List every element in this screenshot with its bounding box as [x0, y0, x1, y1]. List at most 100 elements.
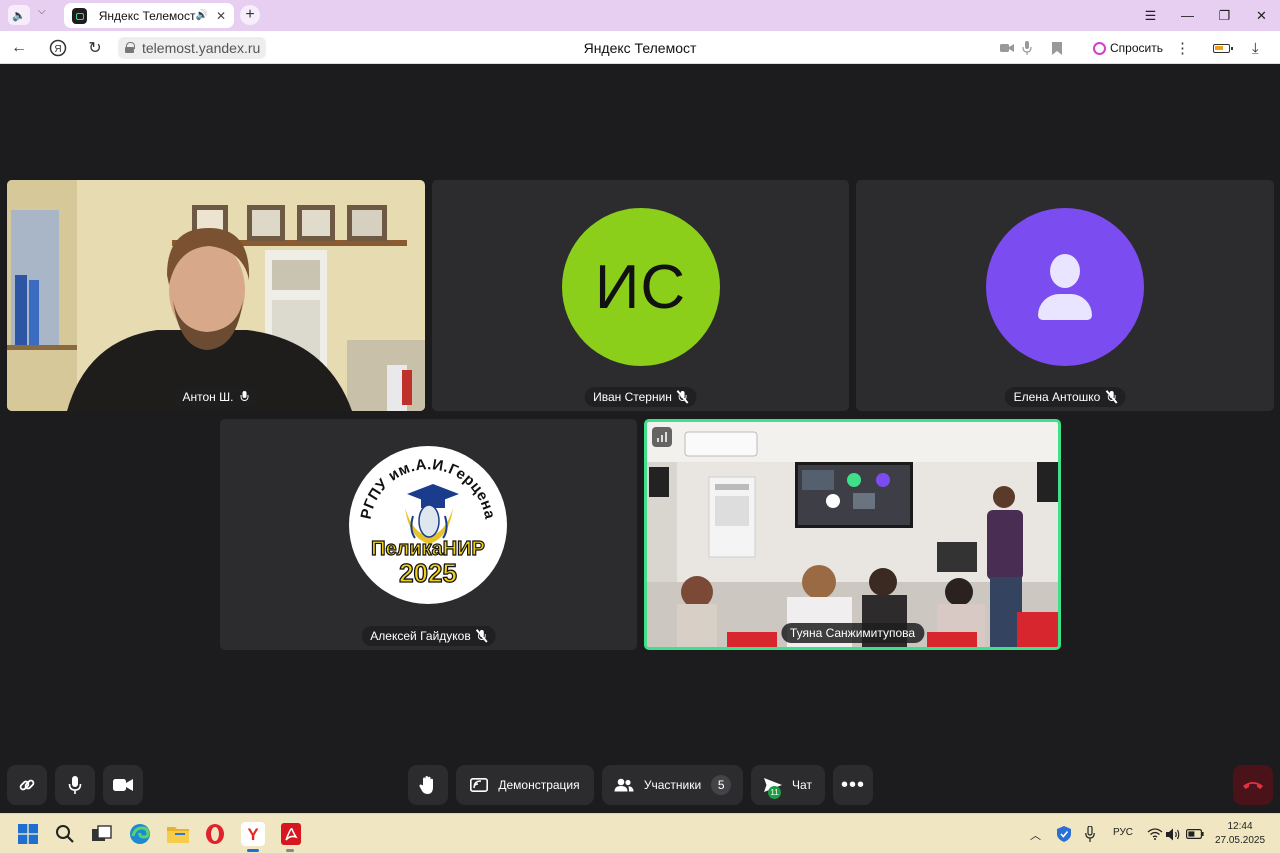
battery-saver-icon[interactable]	[1213, 44, 1233, 53]
clock-date: 27.05.2025	[1214, 835, 1266, 846]
taskbar-clock[interactable]: 12:44 27.05.2025	[1210, 820, 1270, 848]
yandex-browser-icon[interactable]: Y	[241, 822, 265, 846]
clock-time: 12:44	[1227, 821, 1253, 832]
microphone-icon	[68, 776, 82, 794]
chat-send-icon: 11	[764, 777, 783, 799]
copy-link-button[interactable]	[7, 765, 47, 805]
svg-text:Y: Y	[247, 825, 259, 844]
tray-microphone-icon[interactable]	[1078, 822, 1102, 846]
ask-alice-button[interactable]: Спросить	[1085, 37, 1171, 59]
yandex-home-icon[interactable]: Я	[47, 37, 69, 59]
reload-icon[interactable]: ↻	[84, 37, 106, 59]
participant-tile[interactable]: РГПУ им.А.И.Герцена ПеликаНИР 2025 Алекс…	[220, 419, 637, 650]
alice-icon	[1093, 41, 1106, 55]
file-explorer-icon[interactable]	[166, 822, 190, 846]
raise-hand-icon	[419, 776, 433, 794]
link-icon	[19, 779, 35, 791]
participant-nametag: Антон Ш.	[173, 387, 259, 407]
input-language-indicator[interactable]: РУС	[1113, 827, 1133, 838]
participant-name: Алексей Гайдуков	[370, 629, 471, 643]
running-app-indicator	[286, 849, 294, 852]
mic-in-use-icon[interactable]	[1022, 37, 1032, 59]
ask-label: Спросить	[1110, 41, 1163, 55]
opera-browser-icon[interactable]	[203, 822, 227, 846]
participant-nametag: Иван Стернин	[584, 387, 697, 407]
more-options-icon[interactable]: ⋮	[1175, 37, 1190, 59]
telemost-favicon-icon	[72, 7, 87, 24]
participant-avatar: ИС	[561, 208, 720, 366]
tab-audio-indicator-icon[interactable]: 🔈	[8, 5, 30, 25]
camera-video-feed	[7, 180, 425, 411]
active-app-indicator	[247, 849, 259, 852]
more-dots-icon: •••	[840, 773, 865, 796]
participant-nametag: Туяна Санжимитупова	[780, 623, 925, 643]
participants-button[interactable]: Участники 5	[602, 765, 743, 805]
browser-menu-icon[interactable]: ☰	[1132, 0, 1169, 31]
pelikanir-logo: РГПУ им.А.И.Герцена ПеликаНИР 2025	[349, 446, 507, 604]
acrobat-reader-icon[interactable]	[279, 822, 303, 846]
downloads-icon[interactable]: ⤓	[1252, 37, 1259, 59]
leave-call-button[interactable]	[1233, 765, 1273, 805]
search-icon[interactable]	[53, 822, 77, 846]
svg-text:Я: Я	[54, 44, 61, 55]
chat-unread-badge: 11	[768, 786, 782, 799]
participant-name: Антон Ш.	[182, 390, 234, 404]
logo-title-text: ПеликаНИР	[371, 538, 485, 560]
back-arrow-icon[interactable]: ←	[8, 37, 30, 59]
windows-taskbar: Y ︿ РУС 12:44 27.05.2025	[0, 813, 1280, 853]
mic-muted-icon	[676, 390, 689, 404]
address-bar: ← Я ↻ telemost.yandex.ru Яндекс Телемост…	[0, 31, 1280, 64]
task-view-icon[interactable]	[90, 822, 114, 846]
tab-close-icon[interactable]: ✕	[216, 9, 226, 23]
browser-tab-strip: 🔈 ⌵ Яндекс Телемост 🔊 ✕ + ☰ — ❐ ✕	[0, 0, 1280, 31]
minimize-button[interactable]: —	[1169, 0, 1206, 31]
security-shield-icon[interactable]	[1052, 822, 1076, 846]
microphone-toggle-button[interactable]	[55, 765, 95, 805]
hang-up-phone-icon	[1243, 782, 1263, 789]
window-controls: ☰ — ❐ ✕	[1132, 0, 1280, 31]
restore-button[interactable]: ❐	[1206, 0, 1243, 31]
participant-tile[interactable]: Антон Ш.	[7, 180, 425, 411]
camera-in-use-icon[interactable]	[1000, 37, 1014, 59]
tray-battery-icon[interactable]	[1183, 822, 1207, 846]
participants-count-badge: 5	[711, 775, 732, 795]
camera-icon	[113, 779, 133, 791]
show-hidden-icons-chevron[interactable]: ︿	[1030, 827, 1041, 843]
screen-share-label: Демонстрация	[498, 778, 580, 792]
chat-button[interactable]: 11 Чат	[751, 765, 825, 805]
camera-toggle-button[interactable]	[103, 765, 143, 805]
raise-hand-button[interactable]	[408, 765, 448, 805]
close-window-button[interactable]: ✕	[1243, 0, 1280, 31]
participant-name: Елена Антошко	[1013, 390, 1101, 404]
edge-browser-icon[interactable]	[128, 822, 152, 846]
more-actions-button[interactable]: •••	[833, 765, 873, 805]
url-field[interactable]: telemost.yandex.ru	[118, 37, 267, 59]
screen-share-button[interactable]: Демонстрация	[456, 765, 594, 805]
participant-avatar	[986, 208, 1144, 366]
new-tab-button[interactable]: +	[240, 5, 260, 25]
user-silhouette-body	[1038, 294, 1092, 320]
browser-tab-telemost[interactable]: Яндекс Телемост 🔊 ✕	[64, 3, 234, 28]
participant-name: Туяна Санжимитупова	[789, 626, 916, 640]
mic-on-icon	[239, 391, 249, 403]
windows-start-icon[interactable]	[16, 822, 40, 846]
bookmark-icon[interactable]	[1052, 37, 1062, 59]
chat-label: Чат	[792, 778, 812, 792]
tab-list-chevron-icon[interactable]: ⌵	[38, 6, 46, 17]
mic-muted-icon	[475, 629, 488, 643]
mic-muted-icon	[1105, 390, 1117, 404]
participant-tile[interactable]: Елена Антошко	[856, 180, 1274, 411]
avatar-initials: ИС	[594, 252, 687, 322]
camera-video-feed	[647, 422, 1058, 647]
participant-name: Иван Стернин	[593, 390, 672, 404]
meeting-stage: Антон Ш. ИС Иван Стернин Елена Антошко Р…	[0, 65, 1280, 813]
lock-icon	[125, 42, 135, 53]
logo-year-text: 2025	[399, 558, 457, 588]
user-silhouette-icon	[1050, 254, 1080, 288]
participant-nametag: Елена Антошко	[1004, 387, 1126, 407]
participant-tile[interactable]: ИС Иван Стернин	[432, 180, 849, 411]
participant-tile-active-speaker[interactable]: Туяна Санжимитупова	[644, 419, 1061, 650]
tab-speaker-icon[interactable]: 🔊	[195, 10, 207, 21]
url-text: telemost.yandex.ru	[142, 40, 261, 56]
connection-quality-icon	[652, 427, 672, 447]
